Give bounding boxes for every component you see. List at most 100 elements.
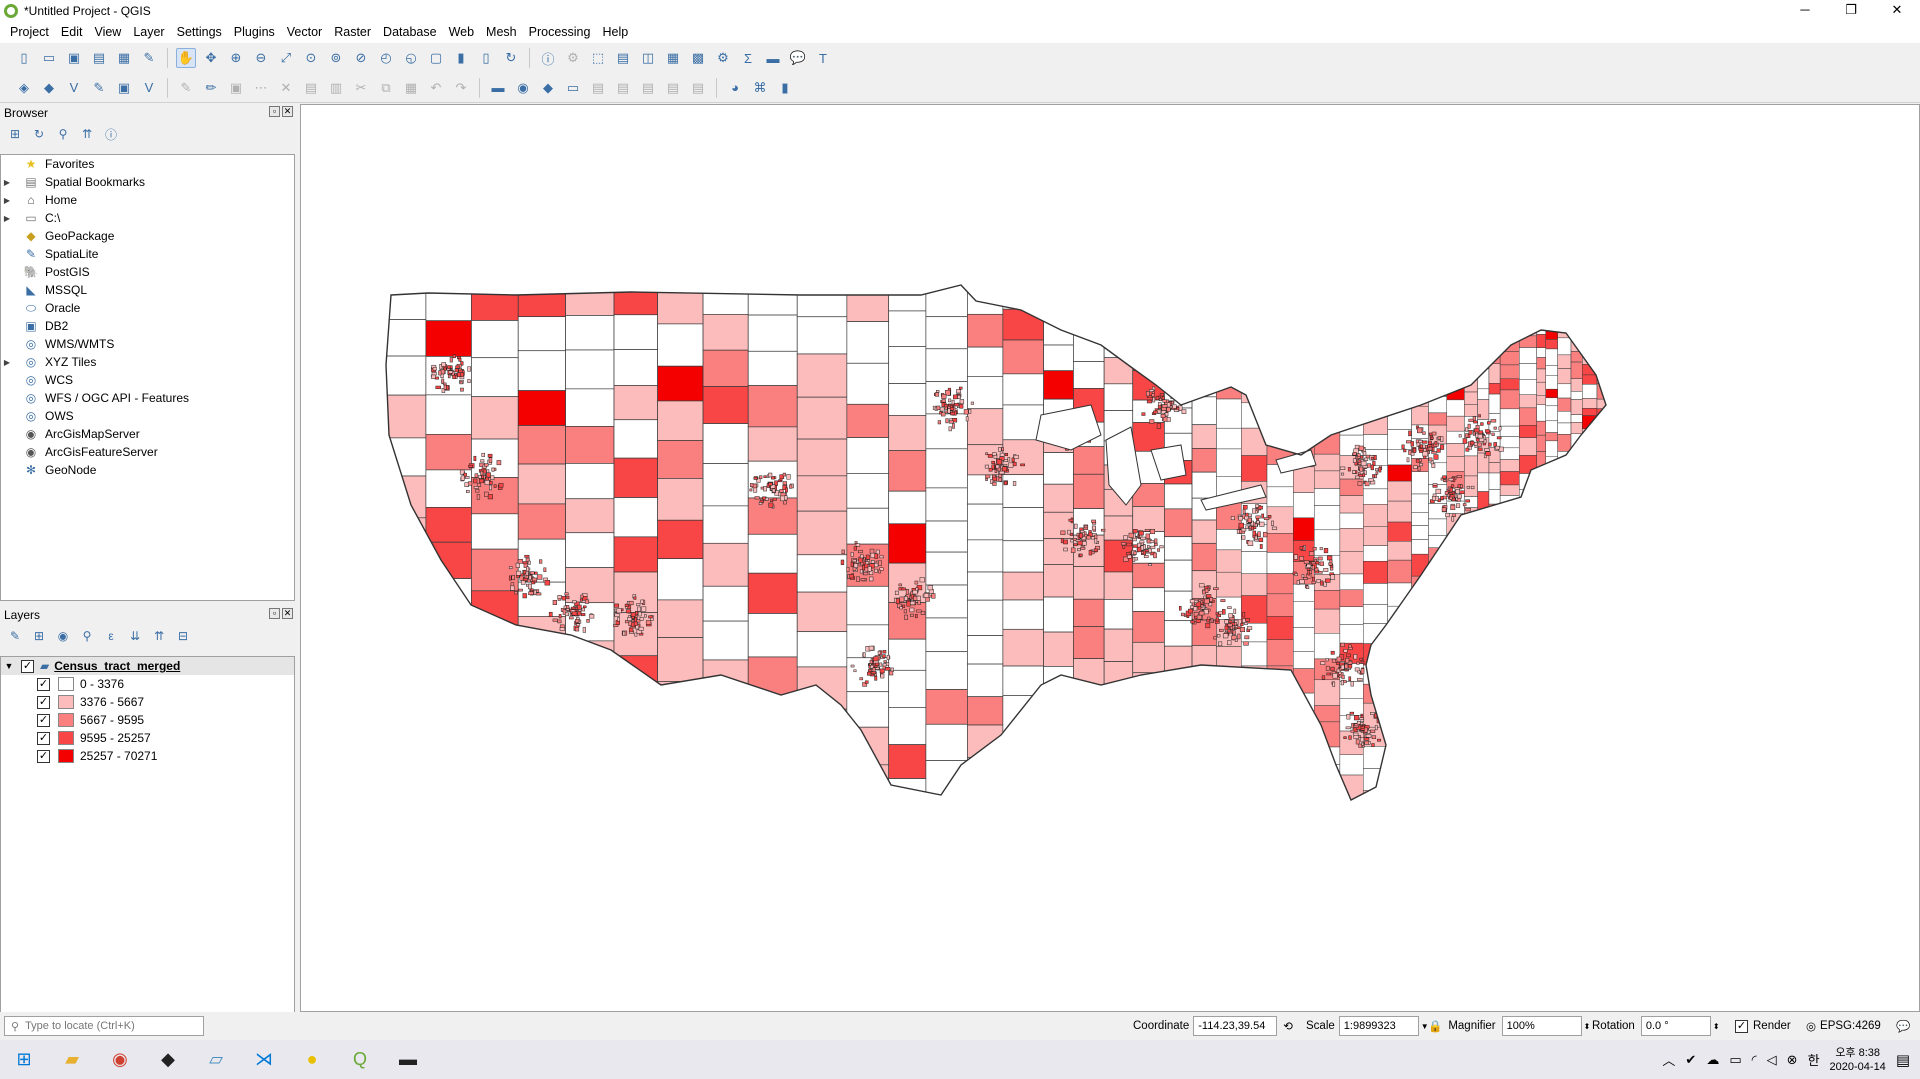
browser-item-xyz-tiles[interactable]: ▶ ◎ XYZ Tiles: [1, 353, 294, 371]
layer-styling-icon[interactable]: ✎: [6, 627, 24, 645]
expand-all-icon[interactable]: ⇊: [126, 627, 144, 645]
volume-icon[interactable]: ◁: [1767, 1052, 1777, 1068]
zoom-native-icon[interactable]: ⊘: [351, 48, 371, 68]
collapse-arrow-icon[interactable]: ▼: [1, 661, 17, 671]
text-annotation-icon[interactable]: T: [813, 48, 833, 68]
close-button[interactable]: ✕: [1874, 0, 1920, 22]
filter-expression-icon[interactable]: ε: [102, 627, 120, 645]
digitize-icon[interactable]: ⋯: [251, 78, 271, 98]
map-tips-icon[interactable]: 💬: [788, 48, 808, 68]
show-hide-labels-icon[interactable]: ▤: [663, 78, 683, 98]
expand-arrow-icon[interactable]: ▶: [1, 196, 13, 205]
browser-item-spatialite[interactable]: ✎ SpatiaLite: [1, 245, 294, 263]
qgis-icon[interactable]: Q: [336, 1040, 384, 1079]
browser-item-geonode[interactable]: ✻ GeoNode: [1, 461, 294, 479]
filter-icon[interactable]: ⚲: [54, 125, 72, 143]
data-source-manager-icon[interactable]: ◈: [14, 78, 34, 98]
move-label-icon[interactable]: ▤: [588, 78, 608, 98]
python-console-icon[interactable]: ⌘: [750, 78, 770, 98]
legend-class-row[interactable]: ✓ 0 - 3376: [1, 675, 294, 693]
menu-settings[interactable]: Settings: [171, 22, 228, 43]
menu-web[interactable]: Web: [443, 22, 480, 43]
layer-row-census[interactable]: ▼ ✓ ▰ Census_tract_merged: [1, 657, 294, 675]
menu-project[interactable]: Project: [4, 22, 55, 43]
menu-database[interactable]: Database: [377, 22, 443, 43]
show-hidden-icon[interactable]: ︿: [1662, 1050, 1675, 1069]
close-panel-icon[interactable]: ✕: [282, 106, 293, 117]
collapse-all-icon[interactable]: ⇈: [78, 125, 96, 143]
change-label-icon[interactable]: ▤: [638, 78, 658, 98]
processing-toolbox-icon[interactable]: ⚙: [713, 48, 733, 68]
class-visibility-checkbox[interactable]: ✓: [37, 749, 50, 763]
browser-item-db2[interactable]: ▣ DB2: [1, 317, 294, 335]
class-visibility-checkbox[interactable]: ✓: [37, 677, 50, 691]
layer-visibility-checkbox[interactable]: ✓: [21, 659, 34, 673]
zoom-last-icon[interactable]: ◴: [376, 48, 396, 68]
collapse-all-icon[interactable]: ⇈: [150, 627, 168, 645]
modify-attributes-icon[interactable]: ▤: [301, 78, 321, 98]
style-manager-icon[interactable]: ✎: [139, 48, 159, 68]
properties-icon[interactable]: ⓘ: [102, 125, 120, 143]
field-calculator-icon[interactable]: ▩: [688, 48, 708, 68]
attribute-table-icon[interactable]: ▦: [663, 48, 683, 68]
pan-to-selection-icon[interactable]: ✥: [201, 48, 221, 68]
float-panel-icon[interactable]: ▫: [269, 608, 280, 619]
new-spatialite-icon[interactable]: ✎: [89, 78, 109, 98]
census-tract-map[interactable]: [301, 105, 1920, 1012]
add-layer-icon[interactable]: ⊞: [6, 125, 24, 143]
save-project-icon[interactable]: ▣: [64, 48, 84, 68]
zoom-to-layer-icon[interactable]: ⊚: [326, 48, 346, 68]
highlight-pinned-icon[interactable]: ▭: [563, 78, 583, 98]
browser-item-postgis[interactable]: 🐘 PostGIS: [1, 263, 294, 281]
show-unplaced-labels-icon[interactable]: ◆: [538, 78, 558, 98]
vscode-icon[interactable]: ⋊: [240, 1040, 288, 1079]
show-bookmarks-icon[interactable]: ▯: [476, 48, 496, 68]
pin-labels-icon[interactable]: ◉: [513, 78, 533, 98]
add-group-icon[interactable]: ⊞: [30, 627, 48, 645]
close-panel-icon[interactable]: ✕: [282, 608, 293, 619]
paste-features-icon[interactable]: ▦: [401, 78, 421, 98]
zoom-out-icon[interactable]: ⊖: [251, 48, 271, 68]
legend-class-row[interactable]: ✓ 3376 - 5667: [1, 693, 294, 711]
refresh-icon[interactable]: ↻: [501, 48, 521, 68]
file-explorer-icon[interactable]: ▰: [48, 1040, 96, 1079]
expand-arrow-icon[interactable]: ▶: [1, 214, 13, 223]
new-bookmark-icon[interactable]: ▮: [451, 48, 471, 68]
select-features-icon[interactable]: ⬚: [588, 48, 608, 68]
kakaotalk-icon[interactable]: ●: [288, 1040, 336, 1079]
zoom-to-selection-icon[interactable]: ⊙: [301, 48, 321, 68]
vertex-tool-icon[interactable]: ✕: [276, 78, 296, 98]
menu-vector[interactable]: Vector: [281, 22, 328, 43]
clock[interactable]: 오후 8:38 2020-04-14: [1830, 1046, 1886, 1074]
undo-icon[interactable]: ↶: [426, 78, 446, 98]
label-properties-icon[interactable]: ▤: [688, 78, 708, 98]
plugin-gem-icon[interactable]: ◕: [725, 78, 745, 98]
pan-map-icon[interactable]: ✋: [176, 48, 196, 68]
toggle-extents-icon[interactable]: ⟲: [1283, 1019, 1293, 1033]
messages-icon[interactable]: 💬: [1896, 1019, 1910, 1033]
browser-item-ows[interactable]: ◎ OWS: [1, 407, 294, 425]
menu-edit[interactable]: Edit: [55, 22, 89, 43]
terminal-icon[interactable]: ▬: [384, 1040, 432, 1079]
zoom-next-icon[interactable]: ◵: [401, 48, 421, 68]
browser-item-folder[interactable]: ▶ ▭ C:\: [1, 209, 294, 227]
new-temporary-layer-icon[interactable]: V: [139, 78, 159, 98]
lock-scale-icon[interactable]: 🔒: [1428, 1019, 1442, 1033]
notifications-icon[interactable]: ▤: [1896, 1051, 1910, 1069]
browser-item-mssql[interactable]: ◣ MSSQL: [1, 281, 294, 299]
rotation-field[interactable]: 0.0 °: [1640, 1016, 1711, 1036]
identify-features-icon[interactable]: ⓘ: [538, 48, 558, 68]
save-as-icon[interactable]: ▤: [89, 48, 109, 68]
menu-processing[interactable]: Processing: [523, 22, 597, 43]
open-project-icon[interactable]: ▭: [39, 48, 59, 68]
menu-help[interactable]: Help: [596, 22, 634, 43]
browser-item-wcs[interactable]: ◎ WCS: [1, 371, 294, 389]
browser-item-arcgis-feature[interactable]: ◉ ArcGisFeatureServer: [1, 443, 294, 461]
plugin-book-icon[interactable]: ▮: [775, 78, 795, 98]
filter-legend-icon[interactable]: ⚲: [78, 627, 96, 645]
new-virtual-layer-icon[interactable]: ▣: [114, 78, 134, 98]
label-tool-icon[interactable]: ▬: [488, 78, 508, 98]
render-checkbox[interactable]: ✓: [1735, 1019, 1748, 1033]
legend-class-row[interactable]: ✓ 25257 - 70271: [1, 747, 294, 765]
float-panel-icon[interactable]: ▫: [269, 106, 280, 117]
